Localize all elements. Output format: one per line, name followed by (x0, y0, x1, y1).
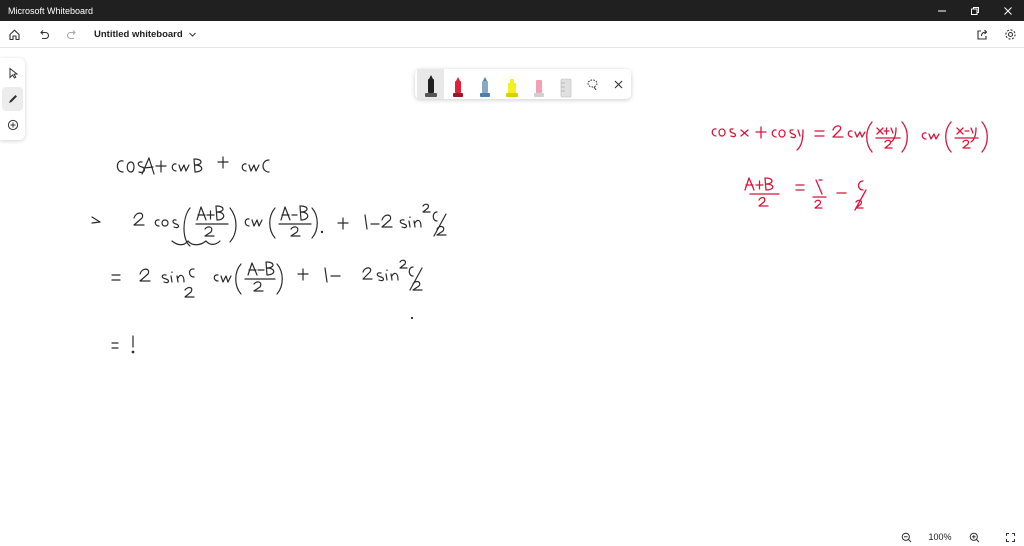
lasso-button[interactable] (579, 69, 605, 99)
undo-button[interactable] (30, 21, 58, 48)
restore-icon (970, 6, 979, 15)
black-pen[interactable] (417, 69, 444, 99)
board-title-button[interactable]: Untitled whiteboard (94, 29, 197, 40)
minimize-icon (937, 10, 946, 11)
zoom-out-icon (901, 532, 911, 542)
close-icon (614, 80, 622, 88)
home-icon (8, 29, 20, 40)
blue-pen[interactable] (471, 69, 498, 99)
undo-icon (40, 30, 49, 40)
blue-pen-icon (479, 77, 490, 97)
close-icon (1003, 6, 1012, 15)
add-content-button[interactable] (2, 114, 23, 137)
black-ink-strokes (91, 156, 447, 354)
pointer-icon (9, 67, 18, 79)
red-pen[interactable] (444, 69, 471, 99)
window-title: Microsoft Whiteboard (8, 5, 94, 16)
zoom-controls: 100% (896, 528, 1024, 546)
lasso-icon (587, 79, 597, 90)
pen-tray (415, 69, 631, 99)
black-pen-icon (424, 75, 437, 97)
highlighter-yellow-icon (505, 79, 518, 97)
pink-highlighter[interactable] (525, 69, 552, 99)
plus-circle-icon (7, 120, 18, 131)
chevron-down-icon (188, 32, 196, 37)
red-pen-icon (452, 77, 463, 97)
settings-button[interactable] (996, 21, 1024, 48)
ink-layer (91, 121, 988, 354)
whiteboard-canvas[interactable] (0, 48, 1024, 528)
gear-icon (1004, 28, 1016, 40)
zoom-level[interactable]: 100% (916, 532, 964, 542)
zoom-in-icon (969, 532, 979, 542)
fit-to-screen-button[interactable] (1000, 528, 1020, 546)
home-button[interactable] (0, 21, 28, 48)
ink-tool-button[interactable] (2, 87, 23, 111)
restore-button[interactable] (958, 0, 991, 21)
board-title: Untitled whiteboard (94, 28, 183, 40)
ruler-tool[interactable] (552, 69, 579, 99)
highlighter-pink-icon (533, 80, 544, 97)
redo-button[interactable] (58, 21, 86, 48)
zoom-out-button[interactable] (896, 528, 916, 546)
yellow-highlighter[interactable] (498, 69, 525, 99)
share-icon (976, 29, 987, 40)
close-pen-tray-button[interactable] (605, 69, 631, 99)
fit-screen-icon (1005, 532, 1015, 542)
ruler-icon (560, 78, 571, 98)
title-bar: Microsoft Whiteboard (0, 0, 1024, 21)
close-window-button[interactable] (991, 0, 1024, 21)
pen-icon (8, 94, 17, 103)
app-bar: Untitled whiteboard (0, 21, 1024, 48)
select-tool-button[interactable] (2, 61, 23, 84)
redo-icon (67, 30, 76, 40)
zoom-in-button[interactable] (964, 528, 984, 546)
left-toolbar (0, 58, 25, 140)
minimize-button[interactable] (925, 0, 958, 21)
share-button[interactable] (968, 21, 996, 48)
red-ink-strokes (711, 121, 988, 211)
